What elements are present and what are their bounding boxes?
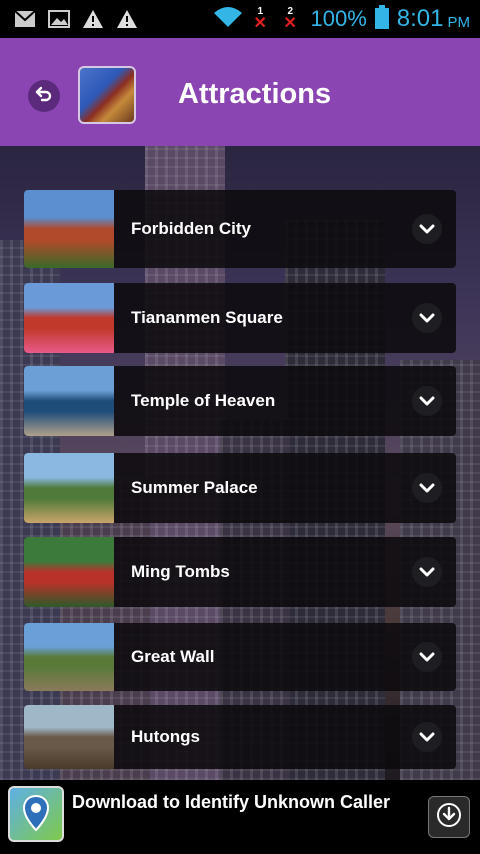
list-item-tiananmen-square[interactable]: Tiananmen Square (24, 283, 456, 353)
temple-of-heaven-thumbnail (24, 366, 114, 436)
battery-percent: 100% (310, 6, 367, 31)
list-item-label: Forbidden City (131, 219, 251, 238)
list-item-great-wall[interactable]: Great Wall (24, 623, 456, 691)
list-item-label: Hutongs (131, 727, 200, 746)
list-item-label: Temple of Heaven (131, 391, 276, 410)
clock-ampm: PM (447, 13, 471, 31)
chevron-down-icon[interactable] (412, 557, 442, 587)
list-item-ming-tombs[interactable]: Ming Tombs (24, 537, 456, 607)
list-item-label: Ming Tombs (131, 562, 230, 581)
list-item-temple-of-heaven[interactable]: Temple of Heaven (24, 366, 456, 436)
app-logo (78, 66, 136, 124)
chevron-down-icon[interactable] (412, 386, 442, 416)
page-title: Attractions (178, 78, 332, 110)
clock-time: 8:01 (396, 5, 444, 32)
chevron-down-icon[interactable] (412, 722, 442, 752)
image-icon (48, 8, 70, 30)
download-button[interactable] (428, 796, 470, 838)
hutongs-thumbnail (24, 705, 114, 769)
list-item-forbidden-city[interactable]: Forbidden City (24, 190, 456, 268)
back-button[interactable] (28, 80, 60, 112)
status-bar: 1 ✕ 2 ✕ 100% 8:01 PM (0, 0, 480, 38)
chevron-down-icon[interactable] (412, 642, 442, 672)
ming-tombs-thumbnail (24, 537, 114, 607)
list-item-hutongs[interactable]: Hutongs (24, 705, 456, 769)
map-pin-icon (8, 786, 64, 842)
chevron-down-icon[interactable] (412, 214, 442, 244)
summer-palace-thumbnail (24, 453, 114, 523)
ad-banner[interactable]: Download to Identify Unknown Caller (0, 780, 480, 854)
sim1-no-signal-icon: 1 ✕ (253, 6, 267, 32)
list-item-label: Summer Palace (131, 478, 258, 497)
warning-icon (116, 8, 138, 30)
ad-text: Download to Identify Unknown Caller (72, 792, 391, 812)
warning-icon (82, 8, 104, 30)
wifi-icon (213, 5, 243, 34)
gmail-icon (14, 8, 36, 30)
list-item-label: Tiananmen Square (131, 308, 283, 327)
list-item-label: Great Wall (131, 647, 215, 666)
sim2-no-signal-icon: 2 ✕ (283, 6, 297, 32)
app-header: Attractions (0, 38, 480, 146)
tiananmen-square-thumbnail (24, 283, 114, 353)
download-icon (436, 802, 462, 833)
chevron-down-icon[interactable] (412, 473, 442, 503)
battery-icon (374, 4, 389, 34)
chevron-down-icon[interactable] (412, 303, 442, 333)
list-item-summer-palace[interactable]: Summer Palace (24, 453, 456, 523)
forbidden-city-thumbnail (24, 190, 114, 268)
great-wall-thumbnail (24, 623, 114, 691)
back-arrow-icon (34, 84, 54, 109)
